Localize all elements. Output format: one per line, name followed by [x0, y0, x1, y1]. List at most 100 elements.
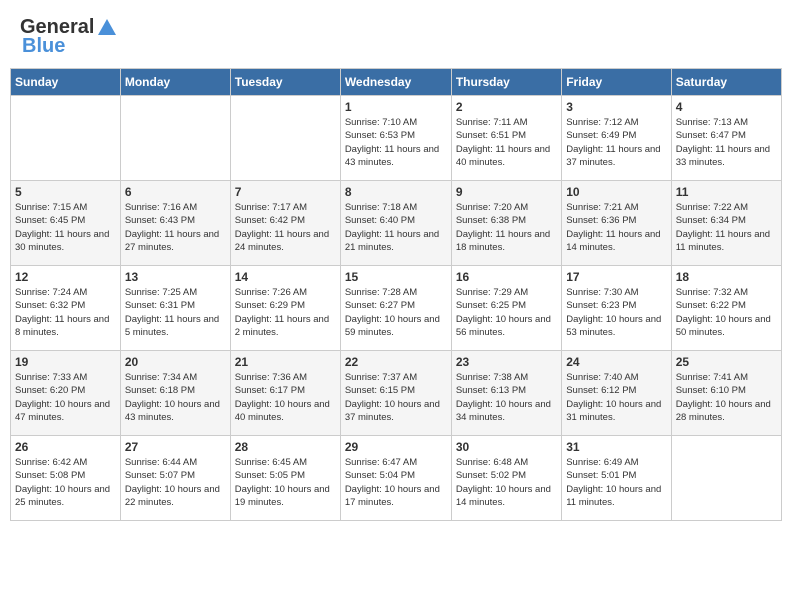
calendar-week-row: 19 Sunrise: 7:33 AM Sunset: 6:20 PM Dayli… — [11, 351, 782, 436]
calendar-cell: 17 Sunrise: 7:30 AM Sunset: 6:23 PM Dayli… — [562, 266, 671, 351]
day-info: Sunrise: 7:33 AM Sunset: 6:20 PM Dayligh… — [15, 371, 116, 424]
calendar-cell: 21 Sunrise: 7:36 AM Sunset: 6:17 PM Dayli… — [230, 351, 340, 436]
calendar-day-header: Monday — [120, 69, 230, 96]
calendar-day-header: Friday — [562, 69, 671, 96]
day-number: 18 — [676, 270, 777, 284]
calendar-cell: 29 Sunrise: 6:47 AM Sunset: 5:04 PM Dayli… — [340, 436, 451, 521]
day-number: 12 — [15, 270, 116, 284]
day-number: 4 — [676, 100, 777, 114]
calendar-day-header: Wednesday — [340, 69, 451, 96]
calendar-cell — [11, 96, 121, 181]
calendar-day-header: Tuesday — [230, 69, 340, 96]
day-info: Sunrise: 7:15 AM Sunset: 6:45 PM Dayligh… — [15, 201, 116, 254]
logo-icon — [96, 17, 118, 39]
day-info: Sunrise: 7:20 AM Sunset: 6:38 PM Dayligh… — [456, 201, 557, 254]
calendar-header-row: SundayMondayTuesdayWednesdayThursdayFrid… — [11, 69, 782, 96]
day-info: Sunrise: 6:42 AM Sunset: 5:08 PM Dayligh… — [15, 456, 116, 509]
day-number: 16 — [456, 270, 557, 284]
day-number: 23 — [456, 355, 557, 369]
calendar-week-row: 5 Sunrise: 7:15 AM Sunset: 6:45 PM Daylig… — [11, 181, 782, 266]
calendar-day-header: Sunday — [11, 69, 121, 96]
calendar-cell: 18Sunrise: 7:32 AM Sunset: 6:22 PM Dayli… — [671, 266, 781, 351]
calendar-cell: 24Sunrise: 7:40 AM Sunset: 6:12 PM Dayli… — [562, 351, 671, 436]
day-info: Sunrise: 7:36 AM Sunset: 6:17 PM Dayligh… — [235, 371, 336, 424]
page-header: General Blue — [10, 10, 782, 64]
day-info: Sunrise: 7:22 AM Sunset: 6:34 PM Dayligh… — [676, 201, 777, 254]
calendar-week-row: 1Sunrise: 7:10 AM Sunset: 6:53 PM Daylig… — [11, 96, 782, 181]
day-info: Sunrise: 7:29 AM Sunset: 6:25 PM Dayligh… — [456, 286, 557, 339]
calendar-cell: 12Sunrise: 7:24 AM Sunset: 6:32 PM Dayli… — [11, 266, 121, 351]
logo: General Blue — [20, 16, 118, 58]
day-number: 22 — [345, 355, 447, 369]
day-number: 14 — [235, 270, 336, 284]
calendar-cell: 23 Sunrise: 7:38 AM Sunset: 6:13 PM Dayli… — [451, 351, 561, 436]
calendar-cell: 11 Sunrise: 7:22 AM Sunset: 6:34 PM Dayli… — [671, 181, 781, 266]
day-number: 25 — [676, 355, 777, 369]
calendar-cell: 9 Sunrise: 7:20 AM Sunset: 6:38 PM Daylig… — [451, 181, 561, 266]
calendar-cell: 28 Sunrise: 6:45 AM Sunset: 5:05 PM Dayli… — [230, 436, 340, 521]
day-number: 13 — [125, 270, 226, 284]
day-number: 21 — [235, 355, 336, 369]
day-info: Sunrise: 7:16 AM Sunset: 6:43 PM Dayligh… — [125, 201, 226, 254]
calendar-cell — [230, 96, 340, 181]
calendar-cell: 30 Sunrise: 6:48 AM Sunset: 5:02 PM Dayli… — [451, 436, 561, 521]
calendar-cell: 7 Sunrise: 7:17 AM Sunset: 6:42 PM Daylig… — [230, 181, 340, 266]
day-info: Sunrise: 7:11 AM Sunset: 6:51 PM Dayligh… — [456, 116, 557, 169]
calendar-cell: 1Sunrise: 7:10 AM Sunset: 6:53 PM Daylig… — [340, 96, 451, 181]
day-number: 19 — [15, 355, 116, 369]
calendar-cell: 31 Sunrise: 6:49 AM Sunset: 5:01 PM Dayli… — [562, 436, 671, 521]
calendar-cell: 15Sunrise: 7:28 AM Sunset: 6:27 PM Dayli… — [340, 266, 451, 351]
day-number: 17 — [566, 270, 666, 284]
calendar-cell: 14 Sunrise: 7:26 AM Sunset: 6:29 PM Dayli… — [230, 266, 340, 351]
day-info: Sunrise: 7:18 AM Sunset: 6:40 PM Dayligh… — [345, 201, 447, 254]
day-info: Sunrise: 7:21 AM Sunset: 6:36 PM Dayligh… — [566, 201, 666, 254]
day-info: Sunrise: 7:41 AM Sunset: 6:10 PM Dayligh… — [676, 371, 777, 424]
day-number: 31 — [566, 440, 666, 454]
calendar-cell: 25 Sunrise: 7:41 AM Sunset: 6:10 PM Dayli… — [671, 351, 781, 436]
day-number: 1 — [345, 100, 447, 114]
day-info: Sunrise: 7:38 AM Sunset: 6:13 PM Dayligh… — [456, 371, 557, 424]
day-number: 24 — [566, 355, 666, 369]
day-info: Sunrise: 7:25 AM Sunset: 6:31 PM Dayligh… — [125, 286, 226, 339]
day-info: Sunrise: 7:30 AM Sunset: 6:23 PM Dayligh… — [566, 286, 666, 339]
logo-blue: Blue — [22, 35, 65, 58]
calendar-day-header: Thursday — [451, 69, 561, 96]
day-number: 20 — [125, 355, 226, 369]
calendar-cell: 19 Sunrise: 7:33 AM Sunset: 6:20 PM Dayli… — [11, 351, 121, 436]
day-number: 6 — [125, 185, 226, 199]
calendar-cell — [120, 96, 230, 181]
calendar-day-header: Saturday — [671, 69, 781, 96]
calendar-cell: 13 Sunrise: 7:25 AM Sunset: 6:31 PM Dayli… — [120, 266, 230, 351]
day-number: 29 — [345, 440, 447, 454]
day-info: Sunrise: 6:45 AM Sunset: 5:05 PM Dayligh… — [235, 456, 336, 509]
calendar-cell: 26Sunrise: 6:42 AM Sunset: 5:08 PM Dayli… — [11, 436, 121, 521]
day-number: 30 — [456, 440, 557, 454]
day-number: 5 — [15, 185, 116, 199]
calendar-cell: 4Sunrise: 7:13 AM Sunset: 6:47 PM Daylig… — [671, 96, 781, 181]
calendar-cell: 8 Sunrise: 7:18 AM Sunset: 6:40 PM Daylig… — [340, 181, 451, 266]
day-number: 11 — [676, 185, 777, 199]
day-number: 8 — [345, 185, 447, 199]
calendar-cell: 6 Sunrise: 7:16 AM Sunset: 6:43 PM Daylig… — [120, 181, 230, 266]
calendar-week-row: 12Sunrise: 7:24 AM Sunset: 6:32 PM Dayli… — [11, 266, 782, 351]
day-number: 2 — [456, 100, 557, 114]
calendar-cell: 27Sunrise: 6:44 AM Sunset: 5:07 PM Dayli… — [120, 436, 230, 521]
day-number: 28 — [235, 440, 336, 454]
calendar-week-row: 26Sunrise: 6:42 AM Sunset: 5:08 PM Dayli… — [11, 436, 782, 521]
calendar-table: SundayMondayTuesdayWednesdayThursdayFrid… — [10, 68, 782, 521]
day-number: 3 — [566, 100, 666, 114]
day-info: Sunrise: 6:47 AM Sunset: 5:04 PM Dayligh… — [345, 456, 447, 509]
day-number: 9 — [456, 185, 557, 199]
day-info: Sunrise: 6:48 AM Sunset: 5:02 PM Dayligh… — [456, 456, 557, 509]
calendar-cell: 10Sunrise: 7:21 AM Sunset: 6:36 PM Dayli… — [562, 181, 671, 266]
day-info: Sunrise: 7:34 AM Sunset: 6:18 PM Dayligh… — [125, 371, 226, 424]
day-info: Sunrise: 7:26 AM Sunset: 6:29 PM Dayligh… — [235, 286, 336, 339]
day-info: Sunrise: 6:44 AM Sunset: 5:07 PM Dayligh… — [125, 456, 226, 509]
day-number: 7 — [235, 185, 336, 199]
day-info: Sunrise: 7:17 AM Sunset: 6:42 PM Dayligh… — [235, 201, 336, 254]
day-info: Sunrise: 7:37 AM Sunset: 6:15 PM Dayligh… — [345, 371, 447, 424]
calendar-cell: 3 Sunrise: 7:12 AM Sunset: 6:49 PM Daylig… — [562, 96, 671, 181]
calendar-cell: 20 Sunrise: 7:34 AM Sunset: 6:18 PM Dayli… — [120, 351, 230, 436]
day-info: Sunrise: 7:12 AM Sunset: 6:49 PM Dayligh… — [566, 116, 666, 169]
day-info: Sunrise: 6:49 AM Sunset: 5:01 PM Dayligh… — [566, 456, 666, 509]
